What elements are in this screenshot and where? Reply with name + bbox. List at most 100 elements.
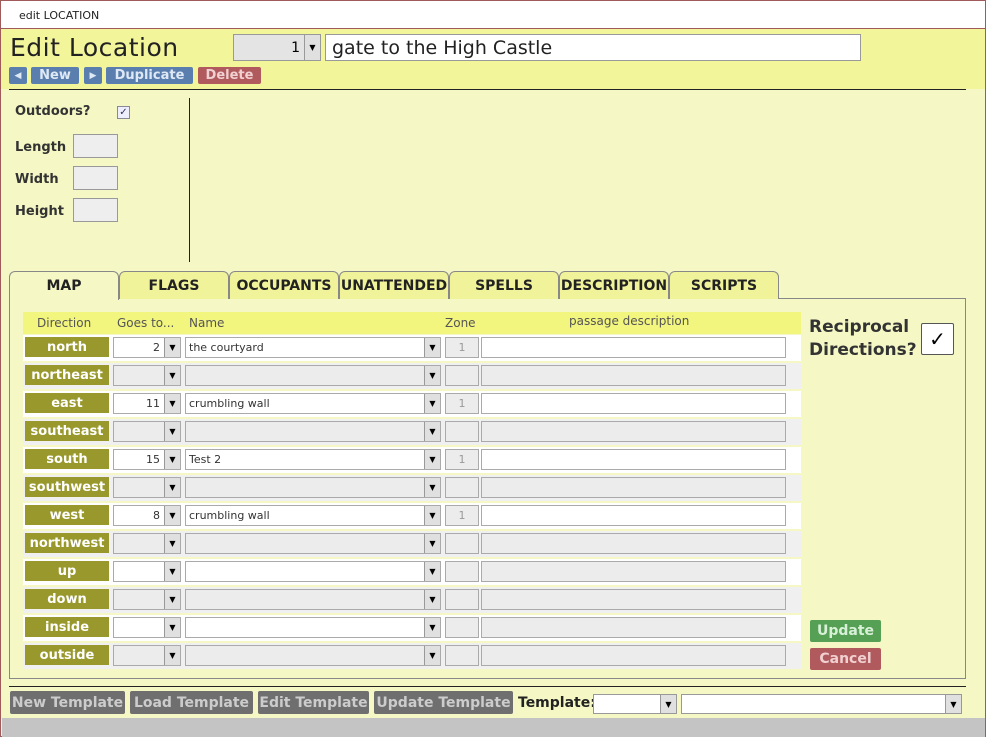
chevron-down-icon[interactable]: ▼ bbox=[164, 450, 180, 469]
tab-unattended[interactable]: UNATTENDED bbox=[339, 271, 449, 299]
passage-description-input[interactable] bbox=[481, 477, 786, 498]
previous-record-button[interactable]: ◀ bbox=[9, 67, 27, 84]
outdoors-checkbox[interactable]: ✓ bbox=[117, 106, 130, 119]
goes-to-combo[interactable]: ▼ bbox=[113, 645, 181, 666]
name-combo[interactable]: ▼ bbox=[185, 365, 441, 386]
chevron-down-icon[interactable]: ▼ bbox=[304, 35, 320, 60]
chevron-down-icon[interactable]: ▼ bbox=[945, 695, 961, 713]
direction-button[interactable]: southeast bbox=[25, 421, 109, 441]
chevron-down-icon[interactable]: ▼ bbox=[424, 506, 440, 525]
height-input[interactable] bbox=[73, 198, 118, 222]
passage-description-input[interactable] bbox=[481, 393, 786, 414]
record-name-input[interactable]: gate to the High Castle bbox=[325, 34, 861, 61]
new-template-button[interactable]: New Template bbox=[10, 691, 125, 714]
name-combo[interactable]: ▼ bbox=[185, 533, 441, 554]
chevron-down-icon[interactable]: ▼ bbox=[424, 646, 440, 665]
direction-button[interactable]: inside bbox=[25, 617, 109, 637]
name-combo[interactable]: ▼ bbox=[185, 617, 441, 638]
passage-description-input[interactable] bbox=[481, 617, 786, 638]
name-combo[interactable]: ▼ bbox=[185, 645, 441, 666]
goes-to-combo[interactable]: ▼ bbox=[113, 589, 181, 610]
name-combo[interactable]: crumbling wall ▼ bbox=[185, 393, 441, 414]
chevron-down-icon[interactable]: ▼ bbox=[164, 534, 180, 553]
load-template-button[interactable]: Load Template bbox=[130, 691, 253, 714]
direction-button[interactable]: east bbox=[25, 393, 109, 413]
width-input[interactable] bbox=[73, 166, 118, 190]
chevron-down-icon[interactable]: ▼ bbox=[424, 534, 440, 553]
goes-to-combo[interactable]: 2 ▼ bbox=[113, 337, 181, 358]
name-combo[interactable]: ▼ bbox=[185, 477, 441, 498]
update-button[interactable]: Update bbox=[810, 620, 881, 642]
goes-to-combo[interactable]: 15 ▼ bbox=[113, 449, 181, 470]
goes-to-combo[interactable]: ▼ bbox=[113, 477, 181, 498]
tab-flags[interactable]: FLAGS bbox=[119, 271, 229, 299]
goes-to-combo[interactable]: 8 ▼ bbox=[113, 505, 181, 526]
template-name-combo[interactable]: ▼ bbox=[681, 694, 962, 714]
chevron-down-icon[interactable]: ▼ bbox=[164, 590, 180, 609]
direction-button[interactable]: up bbox=[25, 561, 109, 581]
reciprocal-checkbox[interactable]: ✓ bbox=[921, 323, 954, 355]
chevron-down-icon[interactable]: ▼ bbox=[424, 590, 440, 609]
goes-to-combo[interactable]: ▼ bbox=[113, 421, 181, 442]
record-id-combo[interactable]: 1 ▼ bbox=[233, 34, 321, 61]
length-input[interactable] bbox=[73, 134, 118, 158]
chevron-down-icon[interactable]: ▼ bbox=[164, 366, 180, 385]
direction-button[interactable]: southwest bbox=[25, 477, 109, 497]
direction-button[interactable]: west bbox=[25, 505, 109, 525]
chevron-down-icon[interactable]: ▼ bbox=[424, 618, 440, 637]
update-template-button[interactable]: Update Template bbox=[374, 691, 513, 714]
chevron-down-icon[interactable]: ▼ bbox=[164, 562, 180, 581]
new-button[interactable]: New bbox=[31, 67, 79, 84]
chevron-down-icon[interactable]: ▼ bbox=[424, 450, 440, 469]
name-combo[interactable]: the courtyard ▼ bbox=[185, 337, 441, 358]
chevron-down-icon[interactable]: ▼ bbox=[424, 338, 440, 357]
direction-button[interactable]: northeast bbox=[25, 365, 109, 385]
direction-button[interactable]: northwest bbox=[25, 533, 109, 553]
goes-to-combo[interactable]: ▼ bbox=[113, 365, 181, 386]
passage-description-input[interactable] bbox=[481, 365, 786, 386]
chevron-down-icon[interactable]: ▼ bbox=[424, 478, 440, 497]
duplicate-button[interactable]: Duplicate bbox=[106, 67, 193, 84]
goes-to-combo[interactable]: ▼ bbox=[113, 533, 181, 554]
goes-to-combo[interactable]: ▼ bbox=[113, 561, 181, 582]
name-combo[interactable]: ▼ bbox=[185, 589, 441, 610]
name-combo[interactable]: ▼ bbox=[185, 561, 441, 582]
tab-scripts[interactable]: SCRIPTS bbox=[669, 271, 779, 299]
direction-button[interactable]: north bbox=[25, 337, 109, 357]
tab-occupants[interactable]: OCCUPANTS bbox=[229, 271, 339, 299]
name-combo[interactable]: Test 2 ▼ bbox=[185, 449, 441, 470]
goes-to-combo[interactable]: 11 ▼ bbox=[113, 393, 181, 414]
chevron-down-icon[interactable]: ▼ bbox=[424, 422, 440, 441]
chevron-down-icon[interactable]: ▼ bbox=[164, 618, 180, 637]
passage-description-input[interactable] bbox=[481, 589, 786, 610]
delete-button[interactable]: Delete bbox=[198, 67, 261, 84]
direction-button[interactable]: south bbox=[25, 449, 109, 469]
tab-map[interactable]: MAP bbox=[9, 271, 119, 300]
next-record-button[interactable]: ▶ bbox=[84, 67, 102, 84]
passage-description-input[interactable] bbox=[481, 561, 786, 582]
goes-to-combo[interactable]: ▼ bbox=[113, 617, 181, 638]
name-combo[interactable]: ▼ bbox=[185, 421, 441, 442]
chevron-down-icon[interactable]: ▼ bbox=[164, 646, 180, 665]
chevron-down-icon[interactable]: ▼ bbox=[164, 422, 180, 441]
tab-description[interactable]: DESCRIPTION bbox=[559, 271, 669, 299]
chevron-down-icon[interactable]: ▼ bbox=[424, 366, 440, 385]
passage-description-input[interactable] bbox=[481, 337, 786, 358]
direction-button[interactable]: down bbox=[25, 589, 109, 609]
name-combo[interactable]: crumbling wall ▼ bbox=[185, 505, 441, 526]
chevron-down-icon[interactable]: ▼ bbox=[164, 394, 180, 413]
chevron-down-icon[interactable]: ▼ bbox=[424, 394, 440, 413]
chevron-down-icon[interactable]: ▼ bbox=[660, 695, 676, 713]
chevron-down-icon[interactable]: ▼ bbox=[424, 562, 440, 581]
passage-description-input[interactable] bbox=[481, 505, 786, 526]
passage-description-input[interactable] bbox=[481, 533, 786, 554]
cancel-button[interactable]: Cancel bbox=[810, 648, 881, 670]
passage-description-input[interactable] bbox=[481, 645, 786, 666]
edit-template-button[interactable]: Edit Template bbox=[258, 691, 369, 714]
tab-spells[interactable]: SPELLS bbox=[449, 271, 559, 299]
chevron-down-icon[interactable]: ▼ bbox=[164, 478, 180, 497]
chevron-down-icon[interactable]: ▼ bbox=[164, 506, 180, 525]
chevron-down-icon[interactable]: ▼ bbox=[164, 338, 180, 357]
template-id-combo[interactable]: ▼ bbox=[593, 694, 677, 714]
passage-description-input[interactable] bbox=[481, 421, 786, 442]
